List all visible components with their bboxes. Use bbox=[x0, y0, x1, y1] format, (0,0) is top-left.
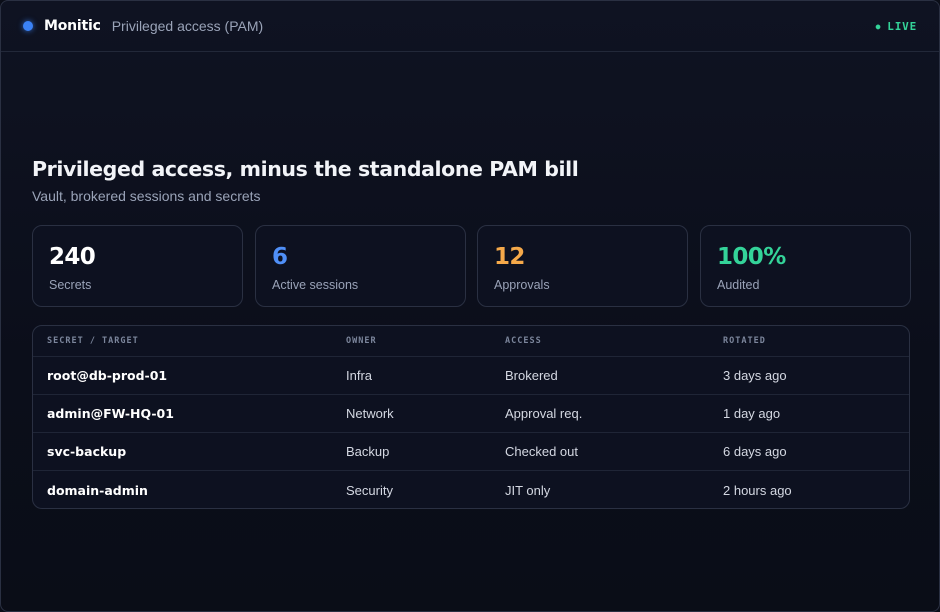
stat-value: 6 bbox=[272, 244, 288, 270]
cell-target: root@db-prod-01 bbox=[47, 368, 168, 383]
live-status-dot-icon: ● bbox=[875, 21, 882, 31]
column-header-target[interactable]: SECRET / TARGET bbox=[47, 326, 139, 356]
cell-target: svc-backup bbox=[47, 444, 127, 459]
stat-value: 12 bbox=[494, 244, 525, 270]
stat-card-approvals[interactable]: 12 Approvals bbox=[477, 225, 688, 307]
table-row[interactable]: root@db-prod-01 Infra Brokered 3 days ag… bbox=[33, 357, 909, 395]
cell-target: admin@FW-HQ-01 bbox=[47, 406, 174, 421]
live-status-text: LIVE bbox=[887, 19, 917, 33]
stat-label: Audited bbox=[717, 278, 760, 292]
column-header-access[interactable]: ACCESS bbox=[505, 326, 542, 356]
cell-rotated: 6 days ago bbox=[723, 444, 787, 459]
stat-label: Approvals bbox=[494, 278, 550, 292]
cell-access: Brokered bbox=[505, 368, 558, 383]
table-row[interactable]: admin@FW-HQ-01 Network Approval req. 1 d… bbox=[33, 395, 909, 433]
cell-owner: Infra bbox=[346, 368, 373, 383]
page-context-label: Privileged access (PAM) bbox=[111, 18, 264, 34]
cell-owner: Network bbox=[346, 406, 394, 421]
table-header-row: SECRET / TARGET OWNER ACCESS ROTATED bbox=[33, 326, 909, 357]
top-bar: Monitic Privileged access (PAM) ● LIVE bbox=[1, 1, 939, 52]
brand-name[interactable]: Monitic bbox=[44, 18, 101, 34]
stat-label: Secrets bbox=[49, 278, 92, 292]
cell-access: Approval req. bbox=[505, 406, 583, 421]
cell-owner: Security bbox=[346, 482, 393, 498]
table-row[interactable]: domain-admin Security JIT only 2 hours a… bbox=[33, 471, 909, 508]
cell-rotated: 3 days ago bbox=[723, 368, 787, 383]
page-subtitle: Vault, brokered sessions and secrets bbox=[32, 188, 261, 204]
stat-value: 240 bbox=[49, 244, 96, 270]
stats-cards: 240 Secrets 6 Active sessions 12 Approva… bbox=[32, 225, 911, 307]
stat-label: Active sessions bbox=[272, 278, 359, 292]
table-row[interactable]: svc-backup Backup Checked out 6 days ago bbox=[33, 433, 909, 471]
cell-rotated: 2 hours ago bbox=[723, 482, 792, 498]
app-window: Monitic Privileged access (PAM) ● LIVE P… bbox=[0, 0, 940, 612]
column-header-owner[interactable]: OWNER bbox=[346, 326, 377, 356]
page-title: Privileged access, minus the standalone … bbox=[32, 157, 579, 181]
stat-card-secrets[interactable]: 240 Secrets bbox=[32, 225, 243, 307]
cell-access: Checked out bbox=[505, 444, 578, 459]
stat-value: 100% bbox=[717, 244, 786, 270]
live-status-badge: ● LIVE bbox=[876, 20, 917, 33]
cell-target: domain-admin bbox=[47, 482, 148, 498]
cell-owner: Backup bbox=[346, 444, 390, 459]
column-header-rotated[interactable]: ROTATED bbox=[723, 326, 766, 356]
stat-card-active-sessions[interactable]: 6 Active sessions bbox=[255, 225, 466, 307]
cell-access: JIT only bbox=[505, 482, 551, 498]
brand-logo-dot-icon bbox=[23, 21, 33, 31]
cell-rotated: 1 day ago bbox=[723, 406, 781, 421]
stat-card-audited[interactable]: 100% Audited bbox=[700, 225, 911, 307]
secrets-table: SECRET / TARGET OWNER ACCESS ROTATED roo… bbox=[32, 325, 910, 509]
